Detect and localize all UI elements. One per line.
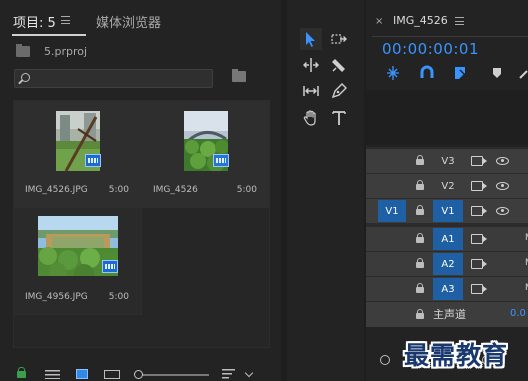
track-row-v2[interactable]: V2: [366, 174, 528, 198]
track-lock-icon[interactable]: [416, 155, 424, 165]
timeline-panel: × IMG_4526 00:00:00:01 V3 V2 V1 V1 A1 A2…: [366, 0, 528, 381]
clip-badge-icon: [85, 154, 101, 167]
media-grid: IMG_4526.JPG 5:00 IMG_4526 5:00 IMG_4956…: [13, 100, 270, 348]
lock-icon[interactable]: [17, 367, 26, 378]
wrench-icon[interactable]: [516, 64, 528, 82]
icon-view-icon[interactable]: [76, 369, 88, 379]
master-track-label: 主声道: [433, 308, 466, 321]
chevron-down-icon[interactable]: [244, 368, 254, 378]
tab-project[interactable]: 项目: 5: [13, 12, 56, 31]
media-item[interactable]: IMG_4526.JPG 5:00: [14, 101, 142, 208]
track-lock-icon[interactable]: [416, 233, 424, 243]
timeline-ruler[interactable]: [366, 90, 528, 145]
nest-toggle-icon[interactable]: [384, 64, 402, 82]
zoom-slider-handle[interactable]: [134, 370, 143, 379]
track-lock-icon[interactable]: [416, 283, 424, 293]
track-headers: V3 V2 V1 V1 A1 M A2: [366, 147, 528, 327]
track-lock-icon[interactable]: [416, 258, 424, 268]
track-select-tool[interactable]: [328, 28, 350, 50]
razor-tool[interactable]: [328, 54, 350, 76]
find-bin-icon[interactable]: [232, 69, 246, 82]
eye-icon[interactable]: [496, 207, 509, 215]
track-row-a1[interactable]: A1 M: [366, 227, 528, 251]
panel-menu-icon[interactable]: [61, 16, 70, 24]
media-item[interactable]: IMG_4956.JPG 5:00: [14, 208, 142, 315]
track-label[interactable]: A2: [433, 253, 463, 275]
eye-icon[interactable]: [496, 182, 509, 190]
list-view-icon[interactable]: [45, 370, 60, 379]
tab-media-browser[interactable]: 媒体浏览器: [96, 12, 161, 31]
track-lock-icon[interactable]: [416, 309, 424, 319]
tools-panel: [287, 0, 364, 381]
track-label[interactable]: A1: [433, 228, 463, 250]
search-icon: [21, 73, 30, 82]
item-name: IMG_4526: [153, 185, 198, 195]
add-marker-icon[interactable]: [488, 64, 506, 82]
slip-tool[interactable]: [300, 80, 322, 102]
master-track[interactable]: 主声道 0.0: [366, 302, 528, 327]
eye-icon[interactable]: [496, 157, 509, 165]
ripple-edit-tool[interactable]: [300, 54, 322, 76]
project-panel: 项目: 5 媒体浏览器 5.prproj IMG_4526.JPG 5:00 I…: [0, 0, 281, 381]
sequence-badge-icon: [213, 154, 229, 167]
item-name: IMG_4956.JPG: [25, 292, 88, 302]
sync-lock-icon[interactable]: [471, 206, 487, 216]
source-patch-v1[interactable]: V1: [378, 200, 406, 222]
pen-icon: [331, 83, 347, 99]
track-select-icon: [331, 34, 347, 44]
project-toolbar: [0, 362, 281, 381]
track-lock-icon[interactable]: [416, 205, 424, 215]
watermark: 最需教育: [404, 341, 509, 370]
scrollbar-handle-left[interactable]: [380, 355, 390, 365]
track-row-a3[interactable]: A3 M: [366, 277, 528, 301]
search-input[interactable]: [14, 69, 213, 88]
sync-lock-icon[interactable]: [471, 156, 487, 166]
tab-divider: [372, 36, 528, 37]
track-label[interactable]: A3: [433, 278, 463, 300]
razor-icon: [332, 59, 345, 72]
active-tab-indicator: [12, 34, 86, 36]
sync-lock-icon[interactable]: [471, 181, 487, 191]
playhead-timecode[interactable]: 00:00:00:01: [382, 40, 479, 58]
pen-tool[interactable]: [328, 80, 350, 102]
freeform-view-icon[interactable]: [104, 370, 120, 379]
linked-selection-icon[interactable]: [452, 64, 470, 82]
sync-lock-icon[interactable]: [471, 259, 487, 269]
type-icon: [332, 111, 346, 125]
sync-lock-icon[interactable]: [471, 284, 487, 294]
project-folder-icon: [16, 44, 30, 57]
track-row-v1[interactable]: V1 V1: [366, 199, 528, 223]
zoom-slider[interactable]: [137, 374, 209, 376]
close-icon[interactable]: ×: [375, 16, 383, 27]
type-tool[interactable]: [328, 107, 350, 129]
item-duration: 5:00: [108, 292, 129, 302]
selection-tool[interactable]: [300, 28, 322, 50]
hand-icon: [303, 110, 316, 126]
sort-icon[interactable]: [222, 369, 235, 379]
clip-badge-icon: [102, 260, 118, 273]
track-label[interactable]: V3: [433, 150, 463, 172]
media-item[interactable]: IMG_4526 5:00: [142, 101, 270, 208]
hand-tool[interactable]: [300, 107, 322, 129]
master-volume-value[interactable]: 0.0: [510, 308, 526, 319]
item-duration: 5:00: [236, 185, 257, 195]
track-label[interactable]: V1: [433, 200, 463, 222]
track-label[interactable]: V2: [433, 175, 463, 197]
arrow-icon: [306, 32, 315, 47]
snap-icon[interactable]: [418, 64, 436, 82]
project-file-name: 5.prproj: [44, 45, 88, 58]
track-row-a2[interactable]: A2 M: [366, 252, 528, 276]
ripple-edit-icon: [303, 58, 319, 72]
sync-lock-icon[interactable]: [471, 234, 487, 244]
item-duration: 5:00: [108, 185, 129, 195]
panel-menu-icon[interactable]: [455, 17, 464, 25]
track-lock-icon[interactable]: [416, 180, 424, 190]
item-name: IMG_4526.JPG: [25, 185, 88, 195]
sequence-tab[interactable]: IMG_4526: [393, 14, 448, 27]
track-row-v3[interactable]: V3: [366, 149, 528, 173]
slip-icon: [303, 86, 319, 96]
